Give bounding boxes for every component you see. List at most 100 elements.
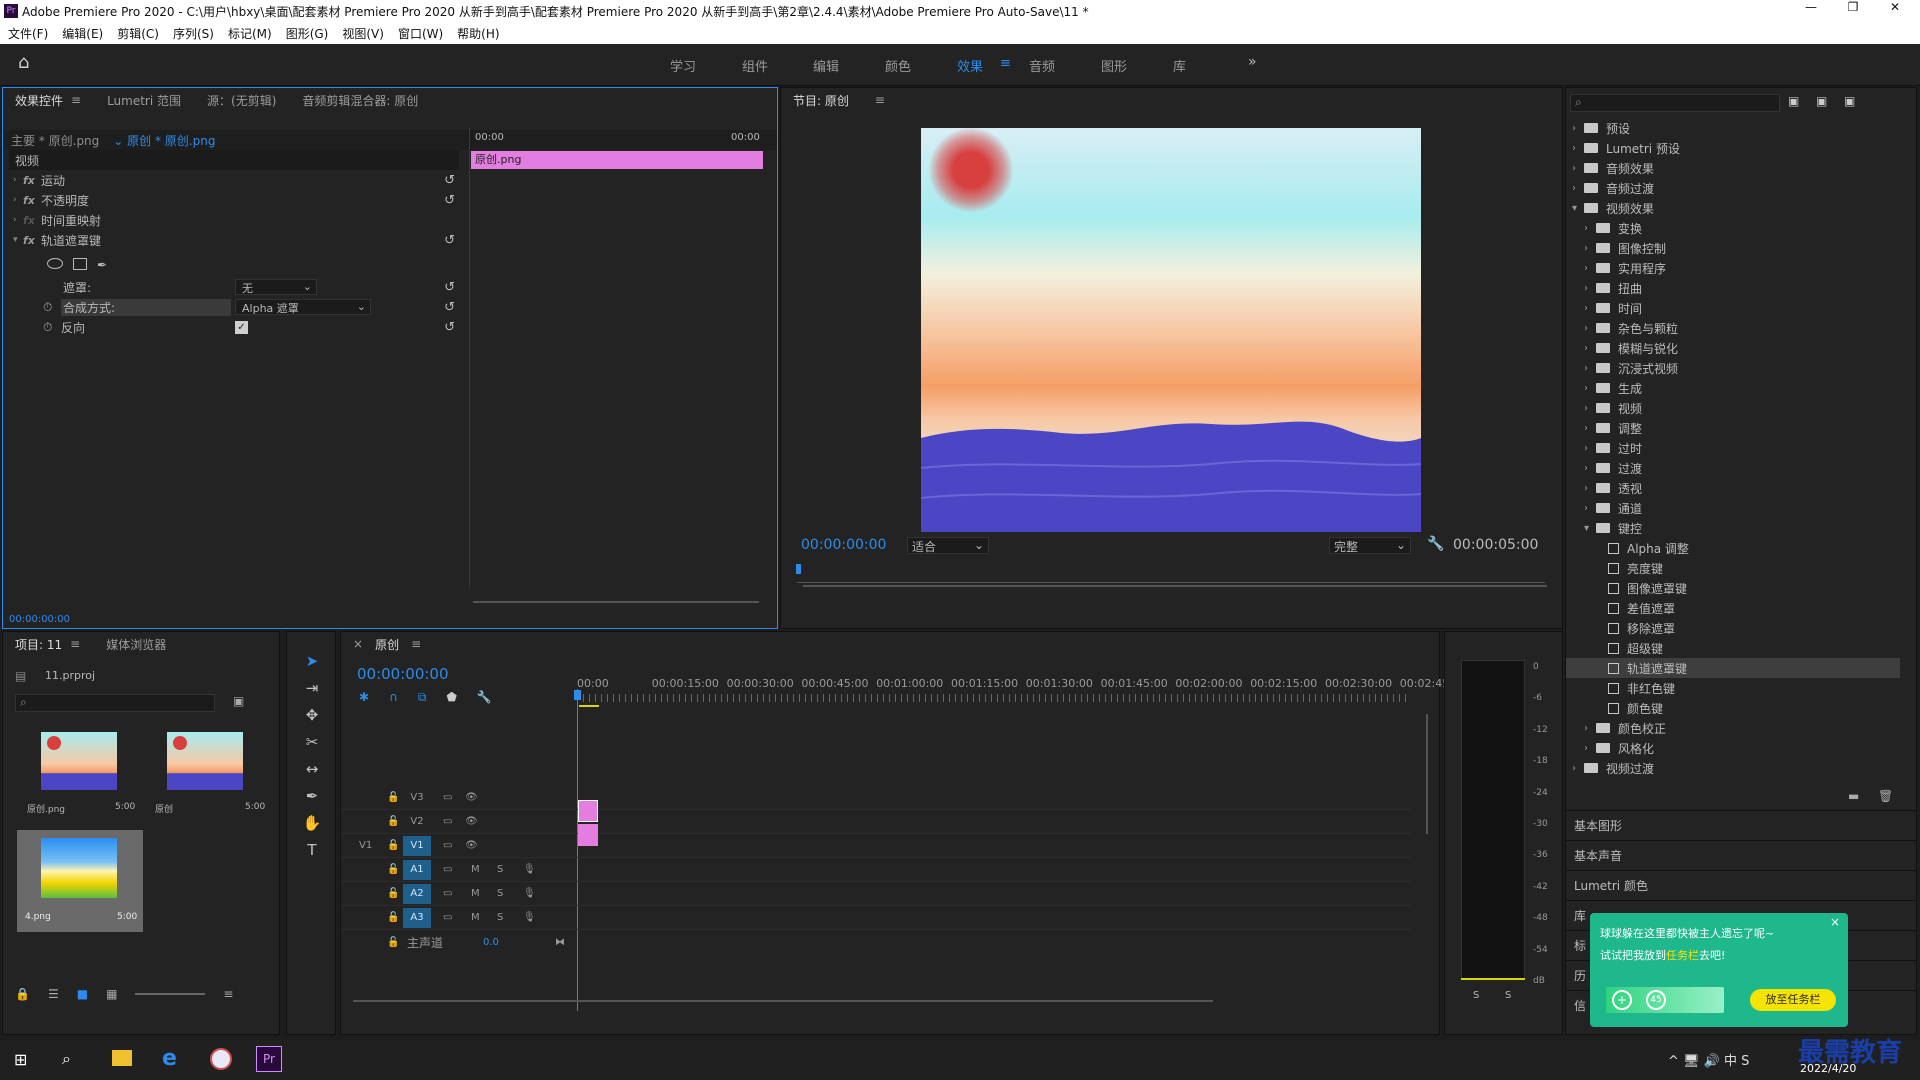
mute-button[interactable]: M <box>471 864 480 875</box>
vertical-scrollbar[interactable] <box>1426 714 1428 834</box>
effects-folder[interactable]: › 风格化 <box>1566 738 1900 758</box>
effects-folder[interactable]: ▾ 键控 <box>1566 518 1900 538</box>
microphone-icon[interactable]: 🎙 <box>523 864 536 875</box>
chevron-down-icon[interactable]: ▾ <box>13 235 23 245</box>
chevron-right-icon[interactable]: › <box>13 175 23 185</box>
effects-folder[interactable]: › 沉浸式视频 <box>1566 358 1900 378</box>
rectangle-mask-icon[interactable] <box>73 258 87 270</box>
program-timecode[interactable]: 00:00:00:00 <box>801 537 886 553</box>
chevron-right-icon[interactable]: › <box>1584 303 1596 314</box>
chevron-right-icon[interactable]: › <box>1584 723 1596 734</box>
effects-folder[interactable]: › 视频过渡 <box>1566 758 1900 778</box>
clip-v1[interactable] <box>578 824 598 846</box>
solo-button[interactable]: S <box>497 864 503 875</box>
effect-item[interactable]: 非红色键 <box>1566 678 1900 698</box>
effect-item[interactable]: Alpha 调整 <box>1566 538 1900 558</box>
system-tray-icons[interactable]: ^ 🖥 🔊 中 S <box>1668 1050 1749 1069</box>
fx-icon[interactable]: fx <box>23 214 41 227</box>
chevron-right-icon[interactable]: › <box>13 195 23 205</box>
track-target[interactable]: V2 <box>403 816 431 827</box>
track-target[interactable]: A3 <box>403 907 431 928</box>
panel-tab[interactable]: 项目: 11 <box>15 636 62 653</box>
insert-sequence-icon[interactable]: ✱ <box>359 690 369 705</box>
mute-button[interactable]: M <box>471 888 480 899</box>
eye-icon[interactable]: 👁 <box>465 840 478 851</box>
maximize-button[interactable]: ❐ <box>1838 0 1868 14</box>
workspace-tab[interactable]: 库 <box>1173 56 1186 75</box>
effect-row[interactable]: › fx 运动 ↺ <box>13 170 463 190</box>
chevron-right-icon[interactable]: › <box>1584 743 1596 754</box>
effects-folder[interactable]: › 通道 <box>1566 498 1900 518</box>
sequence-tab[interactable]: 原创 <box>375 636 399 653</box>
sync-lock-icon[interactable]: ▭ <box>443 864 452 875</box>
effects-folder[interactable]: › 实用程序 <box>1566 258 1900 278</box>
menu-item[interactable]: 图形(G) <box>286 25 329 42</box>
sync-lock-icon[interactable]: ▭ <box>443 816 452 827</box>
sync-lock-icon[interactable]: ▭ <box>443 912 452 923</box>
effects-folder[interactable]: › Lumetri 预设 <box>1566 138 1900 158</box>
effects-folder[interactable]: › 时间 <box>1566 298 1900 318</box>
master-value[interactable]: 0.0 <box>483 937 499 948</box>
effects-folder[interactable]: › 过渡 <box>1566 458 1900 478</box>
effects-folder[interactable]: › 生成 <box>1566 378 1900 398</box>
chevron-right-icon[interactable]: › <box>1584 343 1596 354</box>
fx-icon[interactable]: fx <box>23 194 41 207</box>
effects-folder[interactable]: › 视频 <box>1566 398 1900 418</box>
panel-section-header[interactable]: 基本图形 <box>1566 810 1916 838</box>
sync-lock-icon[interactable]: ▭ <box>443 792 452 803</box>
reset-icon[interactable]: ↺ <box>444 193 455 208</box>
pen-mask-icon[interactable]: ✒ <box>97 258 107 272</box>
project-item[interactable]: 原创.png 5:00 <box>19 728 135 820</box>
panel-menu-icon[interactable]: ≡ <box>71 93 81 107</box>
effect-row[interactable]: ▾ fx 轨道遮罩键 ↺ <box>13 230 463 250</box>
menu-item[interactable]: 文件(F) <box>8 25 48 42</box>
lock-icon[interactable]: 🔒 <box>15 987 30 1001</box>
reset-icon[interactable]: ↺ <box>444 280 455 295</box>
lock-icon[interactable]: 🔓 <box>387 792 399 803</box>
32bit-effects-icon[interactable]: ▣ <box>1816 94 1827 108</box>
popup-close-icon[interactable]: × <box>1830 915 1840 929</box>
effects-folder[interactable]: › 扭曲 <box>1566 278 1900 298</box>
chevron-right-icon[interactable]: › <box>1584 243 1596 254</box>
chevron-right-icon[interactable]: › <box>1584 283 1596 294</box>
reset-icon[interactable]: ↺ <box>444 173 455 188</box>
workspace-tab[interactable]: 学习 <box>670 56 696 75</box>
project-item[interactable]: 原创 5:00 <box>147 728 265 820</box>
close-icon[interactable]: × <box>353 637 363 651</box>
quality-dropdown[interactable]: 完整 ⌄ <box>1329 537 1411 554</box>
reset-icon[interactable]: ↺ <box>444 233 455 248</box>
snap-icon[interactable]: ∩ <box>389 690 398 705</box>
icon-view-icon[interactable]: ■ <box>77 987 88 1001</box>
clip-dropdown[interactable]: ⌄ 原创 * 原创.png <box>113 132 215 149</box>
lock-icon[interactable]: 🔓 <box>387 840 399 851</box>
project-search-field[interactable]: ⌕ <box>15 694 215 712</box>
track-target[interactable]: A2 <box>403 883 431 904</box>
effect-item[interactable]: 颜色键 <box>1566 698 1900 718</box>
panel-section-header[interactable]: 基本声音 <box>1566 840 1916 868</box>
chevron-right-icon[interactable]: › <box>1572 163 1584 174</box>
chevron-right-icon[interactable]: › <box>1572 123 1584 134</box>
new-bin-icon[interactable]: ▬ <box>1848 789 1859 803</box>
chevron-right-icon[interactable]: › <box>13 215 23 225</box>
ec-timecode[interactable]: 00:00:00:00 <box>9 614 70 625</box>
menu-item[interactable]: 视图(V) <box>342 25 384 42</box>
effects-folder[interactable]: › 过时 <box>1566 438 1900 458</box>
chevron-right-icon[interactable]: › <box>1584 263 1596 274</box>
stopwatch-icon[interactable]: ⏱ <box>43 300 52 315</box>
ripple-edit-tool-icon[interactable]: ✥ <box>301 706 323 728</box>
effect-item[interactable]: 图像遮罩键 <box>1566 578 1900 598</box>
chevron-right-icon[interactable]: › <box>1584 503 1596 514</box>
chevron-right-icon[interactable]: › <box>1584 363 1596 374</box>
program-scrubber[interactable] <box>797 563 1545 583</box>
chevron-right-icon[interactable]: › <box>1584 383 1596 394</box>
chevron-right-icon[interactable]: › <box>1584 403 1596 414</box>
solo-button[interactable]: S <box>497 888 503 899</box>
chevron-down-icon[interactable]: ▾ <box>1572 203 1584 214</box>
effects-folder[interactable]: › 透视 <box>1566 478 1900 498</box>
reset-icon[interactable]: ↺ <box>444 320 455 335</box>
chevron-right-icon[interactable]: › <box>1584 323 1596 334</box>
linked-selection-icon[interactable]: ⧉ <box>418 690 427 705</box>
chevron-right-icon[interactable]: › <box>1584 443 1596 454</box>
list-view-icon[interactable]: ☰ <box>48 987 59 1001</box>
effects-search-field[interactable]: ⌕ <box>1570 94 1780 112</box>
